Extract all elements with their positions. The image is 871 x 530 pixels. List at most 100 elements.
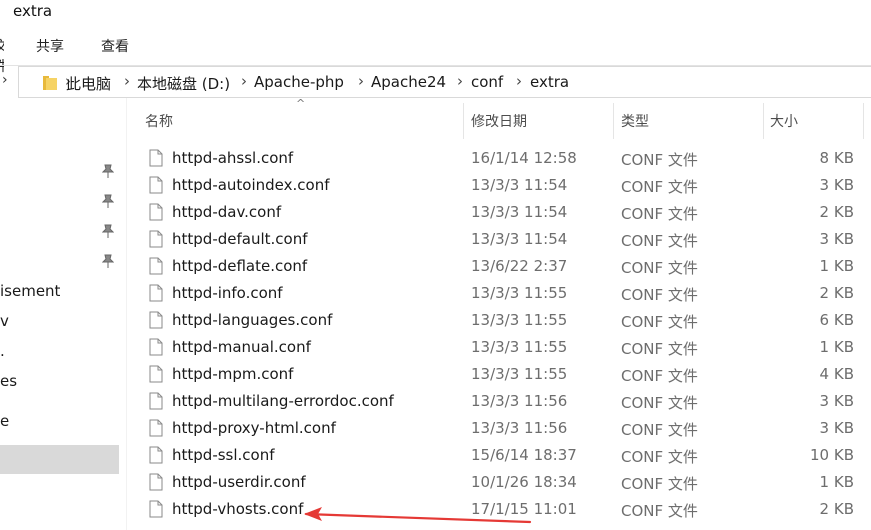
folder-icon xyxy=(43,76,57,90)
breadcrumb-apache-php[interactable]: Apache-php xyxy=(254,73,344,91)
column-divider[interactable] xyxy=(863,103,864,139)
file-size: 1 KB xyxy=(819,257,854,275)
tab-view[interactable]: 查看 xyxy=(101,36,129,56)
column-date[interactable]: 修改日期 xyxy=(471,111,527,131)
file-row[interactable]: httpd-userdir.conf 10/1/26 18:34 CONF 文件 1 … xyxy=(136,469,871,496)
breadcrumb-this-pc[interactable]: 此电脑 xyxy=(66,73,111,94)
file-type: CONF 文件 xyxy=(621,205,698,223)
breadcrumb-separator-icon[interactable]: › xyxy=(358,72,364,90)
file-name: httpd-manual.conf xyxy=(172,338,311,356)
breadcrumb[interactable]: › 此电脑 › 本地磁盘 (D:) › Apache-php › Apache2… xyxy=(18,66,871,98)
file-row[interactable]: httpd-info.conf 13/3/3 11:55 CONF 文件 2 KB xyxy=(136,280,871,307)
file-icon xyxy=(149,284,163,302)
column-divider[interactable] xyxy=(763,103,764,139)
file-size: 3 KB xyxy=(819,176,854,194)
breadcrumb-apache24[interactable]: Apache24 xyxy=(371,73,446,91)
file-row[interactable]: httpd-languages.conf 13/3/3 11:55 CONF 文件 6… xyxy=(136,307,871,334)
file-date: 13/3/3 11:56 xyxy=(471,419,568,437)
pin-icon[interactable] xyxy=(102,194,114,208)
file-type: CONF 文件 xyxy=(621,367,698,385)
file-row[interactable]: httpd-autoindex.conf 13/3/3 11:54 CONF 文件 3… xyxy=(136,172,871,199)
breadcrumb-separator-icon[interactable]: › xyxy=(516,72,522,90)
file-icon xyxy=(149,311,163,329)
nav-item[interactable]: v xyxy=(0,312,9,330)
breadcrumb-local-disk[interactable]: 本地磁盘 (D:) xyxy=(137,73,230,94)
address-bar: › › 此电脑 › 本地磁盘 (D:) › Apache-php › Apach… xyxy=(0,65,871,98)
file-row[interactable]: httpd-vhosts.conf 17/1/15 11:01 CONF 文件 2 K… xyxy=(136,496,871,523)
file-row[interactable]: httpd-manual.conf 13/3/3 11:55 CONF 文件 1 KB xyxy=(136,334,871,361)
file-size: 2 KB xyxy=(819,284,854,302)
file-type: CONF 文件 xyxy=(621,475,698,493)
file-name: httpd-autoindex.conf xyxy=(172,176,330,194)
file-icon xyxy=(149,365,163,383)
file-type: CONF 文件 xyxy=(621,313,698,331)
breadcrumb-extra[interactable]: extra xyxy=(530,73,569,91)
file-icon xyxy=(149,392,163,410)
file-type: CONF 文件 xyxy=(621,286,698,304)
file-icon xyxy=(149,446,163,464)
file-row[interactable]: httpd-multilang-errordoc.conf 13/3/3 11:5… xyxy=(136,388,871,415)
file-size: 4 KB xyxy=(819,365,854,383)
file-name: httpd-mpm.conf xyxy=(172,365,294,383)
file-row[interactable]: httpd-default.conf 13/3/3 11:54 CONF 文件 3 K… xyxy=(136,226,871,253)
file-row[interactable]: httpd-proxy-html.conf 13/3/3 11:56 CONF 文件… xyxy=(136,415,871,442)
file-icon xyxy=(149,338,163,356)
nav-item-selected[interactable] xyxy=(0,445,119,474)
chevron-right-icon[interactable]: › xyxy=(2,72,8,88)
file-date: 17/1/15 11:01 xyxy=(471,500,577,518)
file-size: 3 KB xyxy=(819,419,854,437)
file-icon xyxy=(149,500,163,518)
file-icon xyxy=(149,230,163,248)
breadcrumb-separator-icon[interactable]: › xyxy=(241,72,247,90)
file-size: 2 KB xyxy=(819,500,854,518)
file-type: CONF 文件 xyxy=(621,259,698,277)
file-row[interactable]: httpd-mpm.conf 13/3/3 11:55 CONF 文件 4 KB xyxy=(136,361,871,388)
file-type: CONF 文件 xyxy=(621,394,698,412)
pin-icon[interactable] xyxy=(102,224,114,238)
column-divider[interactable] xyxy=(463,103,464,139)
nav-item[interactable]: . xyxy=(0,342,5,360)
file-date: 13/3/3 11:55 xyxy=(471,338,568,356)
breadcrumb-conf[interactable]: conf xyxy=(471,73,503,91)
file-size: 8 KB xyxy=(819,149,854,167)
file-date: 13/3/3 11:55 xyxy=(471,311,568,329)
file-size: 3 KB xyxy=(819,230,854,248)
file-size: 2 KB xyxy=(819,203,854,221)
tab-share[interactable]: 共享 xyxy=(36,36,64,56)
column-name[interactable]: 名称 xyxy=(145,111,173,131)
file-date: 13/3/3 11:56 xyxy=(471,392,568,410)
file-size: 6 KB xyxy=(819,311,854,329)
file-date: 10/1/26 18:34 xyxy=(471,473,577,491)
breadcrumb-separator-icon[interactable]: › xyxy=(124,72,130,90)
nav-item[interactable]: isement xyxy=(0,282,60,300)
nav-item[interactable]: e xyxy=(0,412,9,430)
file-icon xyxy=(149,473,163,491)
file-type: CONF 文件 xyxy=(621,232,698,250)
file-icon xyxy=(149,149,163,167)
file-name: httpd-languages.conf xyxy=(172,311,333,329)
file-icon xyxy=(149,203,163,221)
file-date: 13/3/3 11:54 xyxy=(471,230,568,248)
pin-icon[interactable] xyxy=(102,254,114,268)
column-type[interactable]: 类型 xyxy=(621,111,649,131)
file-row[interactable]: httpd-ssl.conf 15/6/14 18:37 CONF 文件 10 KB xyxy=(136,442,871,469)
file-name: httpd-proxy-html.conf xyxy=(172,419,336,437)
pin-icon[interactable] xyxy=(102,164,114,178)
file-size: 10 KB xyxy=(810,446,854,464)
pane-divider[interactable] xyxy=(126,98,127,530)
file-name: httpd-info.conf xyxy=(172,284,283,302)
file-size: 1 KB xyxy=(819,338,854,356)
column-size[interactable]: 大小 xyxy=(770,111,798,131)
nav-item[interactable]: es xyxy=(0,372,17,390)
file-size: 3 KB xyxy=(819,392,854,410)
file-name: httpd-dav.conf xyxy=(172,203,282,221)
file-type: CONF 文件 xyxy=(621,421,698,439)
file-icon xyxy=(149,419,163,437)
file-row[interactable]: httpd-ahssl.conf 16/1/14 12:58 CONF 文件 8 KB xyxy=(136,145,871,172)
file-date: 15/6/14 18:37 xyxy=(471,446,577,464)
file-row[interactable]: httpd-dav.conf 13/3/3 11:54 CONF 文件 2 KB xyxy=(136,199,871,226)
breadcrumb-separator-icon[interactable]: › xyxy=(457,72,463,90)
file-row[interactable]: httpd-deflate.conf 13/6/22 2:37 CONF 文件 1 K… xyxy=(136,253,871,280)
column-divider[interactable] xyxy=(613,103,614,139)
file-icon xyxy=(149,257,163,275)
